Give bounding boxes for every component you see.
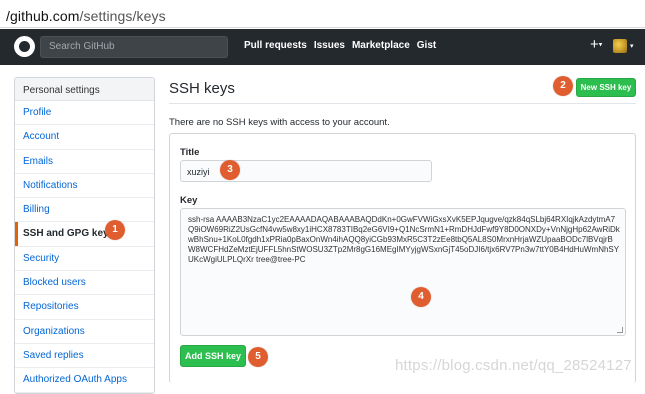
annotation-badge-1: 1 xyxy=(105,220,125,240)
nav-marketplace[interactable]: Marketplace xyxy=(352,40,410,51)
annotation-badge-2: 2 xyxy=(553,76,573,96)
sidebar-item-authorized-oauth-apps[interactable]: Authorized OAuth Apps xyxy=(15,368,154,393)
sidebar-item-notifications[interactable]: Notifications xyxy=(15,174,154,199)
sidebar-item-ssh-gpg-keys[interactable]: SSH and GPG keys xyxy=(15,222,154,247)
sidebar-item-blocked-users[interactable]: Blocked users xyxy=(15,271,154,296)
add-ssh-key-button[interactable]: Add SSH key xyxy=(180,345,246,367)
key-textarea[interactable]: ssh-rsa AAAAB3NzaC1yc2EAAAADAQABAAABAQDd… xyxy=(180,208,626,336)
github-header: Search GitHub Pull requests Issues Marke… xyxy=(0,29,645,65)
settings-sidebar: Personal settings Profile Account Emails… xyxy=(14,77,155,394)
key-label: Key xyxy=(180,195,198,206)
sidebar-header: Personal settings xyxy=(15,78,154,101)
url-path: /settings/keys xyxy=(79,8,166,24)
search-placeholder: Search GitHub xyxy=(49,41,115,52)
sidebar-item-billing[interactable]: Billing xyxy=(15,198,154,223)
nav-issues[interactable]: Issues xyxy=(314,40,345,51)
github-logo-icon[interactable] xyxy=(14,36,35,57)
sidebar-item-repositories[interactable]: Repositories xyxy=(15,295,154,320)
resize-handle-icon[interactable] xyxy=(617,327,623,333)
page-title: SSH keys xyxy=(169,80,235,97)
url-host: /github.com xyxy=(6,8,80,24)
key-value: ssh-rsa AAAAB3NzaC1yc2EAAAADAQABAAABAQDd… xyxy=(188,215,620,264)
chevron-down-icon[interactable]: ▾ xyxy=(630,42,634,50)
title-divider xyxy=(169,103,636,104)
sidebar-item-account[interactable]: Account xyxy=(15,125,154,150)
search-input[interactable]: Search GitHub xyxy=(40,36,228,58)
sidebar-item-emails[interactable]: Emails xyxy=(15,150,154,174)
annotation-badge-5: 5 xyxy=(248,347,268,367)
plus-icon: + xyxy=(590,36,599,53)
new-ssh-key-button[interactable]: New SSH key xyxy=(576,78,636,97)
browser-address-bar[interactable]: /github.com/settings/keys xyxy=(0,0,645,28)
title-input[interactable]: xuziyi xyxy=(180,160,432,182)
no-keys-message: There are no SSH keys with access to you… xyxy=(169,117,390,128)
nav-pull-requests[interactable]: Pull requests xyxy=(244,40,307,51)
annotation-badge-3: 3 xyxy=(220,160,240,180)
watermark: https://blog.csdn.net/qq_28524127 xyxy=(395,357,632,374)
sidebar-item-security[interactable]: Security xyxy=(15,247,154,272)
sidebar-item-profile[interactable]: Profile xyxy=(15,101,154,126)
title-label: Title xyxy=(180,147,200,158)
sidebar-item-saved-replies[interactable]: Saved replies xyxy=(15,344,154,369)
nav-gist[interactable]: Gist xyxy=(417,40,436,51)
chevron-down-icon: ▾ xyxy=(598,41,603,49)
url-text: /github.com/settings/keys xyxy=(6,8,166,24)
header-nav: Pull requests Issues Marketplace Gist xyxy=(244,40,436,51)
avatar[interactable] xyxy=(613,39,627,53)
create-new-button[interactable]: +▾ xyxy=(590,37,602,53)
sidebar-item-organizations[interactable]: Organizations xyxy=(15,320,154,344)
annotation-badge-4: 4 xyxy=(411,287,431,307)
